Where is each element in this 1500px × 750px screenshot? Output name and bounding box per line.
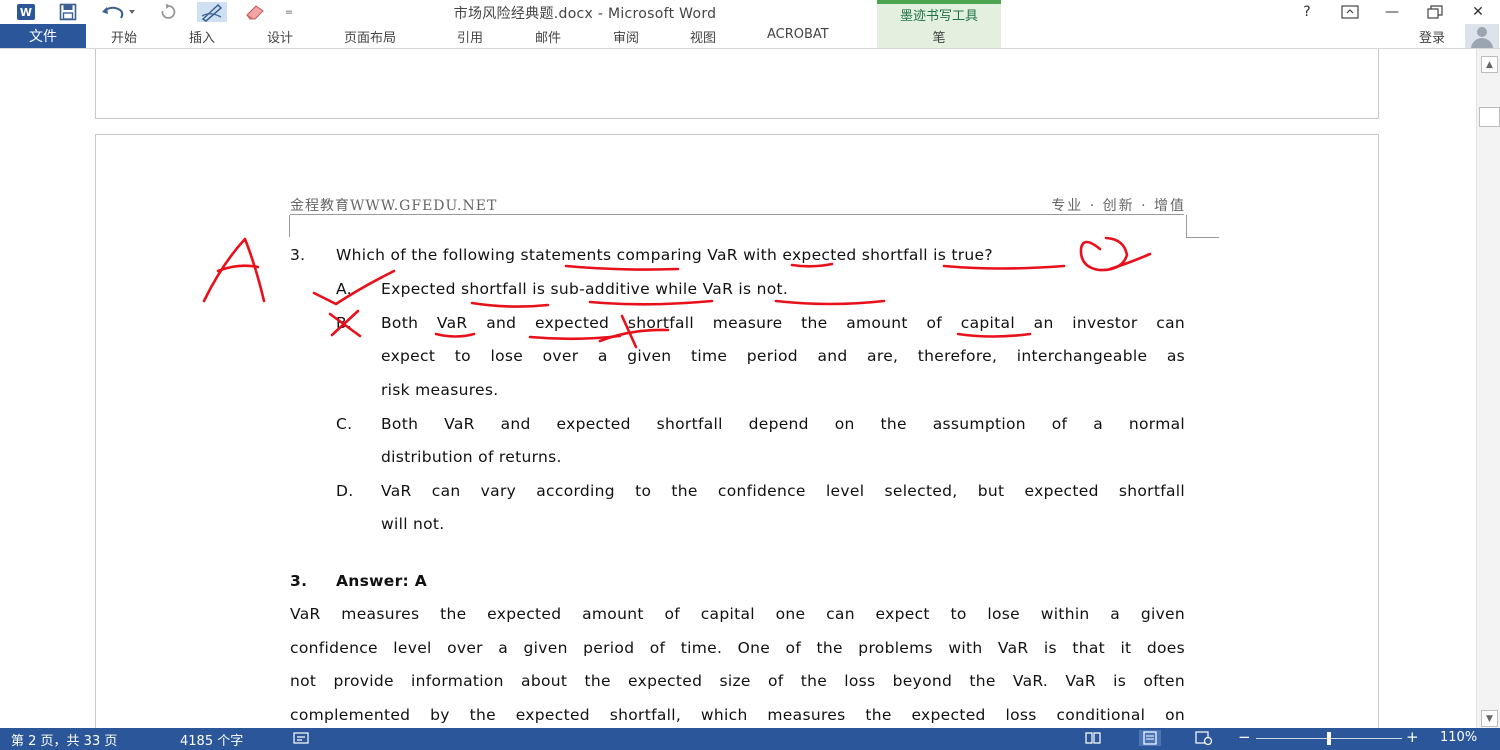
ribbon-display-options-icon[interactable]: [1336, 2, 1364, 22]
answer-line-1: VaR measures the expected amount of capi…: [290, 605, 1185, 623]
answer-line-3: not provide information about the expect…: [290, 672, 1185, 690]
page-header-right: 专业 · 创新 · 增值: [1051, 198, 1186, 214]
option-d-letter: D.: [336, 482, 354, 500]
scroll-up-icon[interactable]: ▲: [1481, 56, 1498, 73]
page-count[interactable]: 第 2 页，共 33 页: [11, 730, 117, 749]
restore-icon[interactable]: [1421, 2, 1449, 22]
document-canvas[interactable]: 金程教育WWW.GFEDU.NET 专业 · 创新 · 增值 3. Which …: [0, 49, 1476, 728]
sign-in-link[interactable]: 登录: [1419, 27, 1445, 46]
context-stripe: [877, 0, 1001, 4]
tab-pens[interactable]: 笔: [877, 24, 1001, 48]
previous-page: [95, 49, 1379, 119]
minimize-button[interactable]: —: [1378, 2, 1406, 22]
word-count[interactable]: 4185 个字: [180, 730, 243, 749]
option-b-line-1: Both VaR and expected shortfall measure …: [381, 314, 1185, 332]
question-text: Which of the following statements compar…: [336, 246, 993, 264]
option-d-line-1: VaR can vary according to the confidence…: [381, 482, 1185, 500]
zoom-level[interactable]: 110%: [1440, 730, 1477, 745]
avatar-body: [1471, 38, 1493, 48]
answer-number: 3.: [290, 572, 308, 590]
option-a-text: Expected shortfall is sub-additive while…: [381, 280, 789, 298]
avatar-head: [1477, 27, 1487, 37]
ink-tools-label: 墨迹书写工具: [899, 9, 978, 24]
vertical-scrollbar[interactable]: ▲ ▼: [1476, 49, 1500, 728]
tab-home[interactable]: 开始: [111, 27, 137, 46]
option-b-line-2: expect to lose over a given time period …: [381, 347, 1185, 365]
tab-view[interactable]: 视图: [690, 27, 716, 46]
read-mode-icon[interactable]: [1084, 730, 1102, 746]
close-button[interactable]: ✕: [1464, 2, 1492, 22]
tab-acrobat[interactable]: ACROBAT: [767, 27, 829, 42]
web-layout-icon[interactable]: [1195, 730, 1213, 746]
status-bar: 第 2 页，共 33 页 4185 个字 − + 110%: [0, 728, 1500, 750]
title-bar: W = 市场风险经典题.docx - Microsoft Word 墨迹书写工具…: [0, 0, 1500, 48]
tab-insert[interactable]: 插入: [189, 27, 215, 46]
tab-references[interactable]: 引用: [457, 27, 483, 46]
zoom-slider-thumb[interactable]: [1327, 732, 1331, 745]
zoom-in-button[interactable]: +: [1406, 728, 1419, 746]
scroll-thumb[interactable]: [1479, 107, 1500, 127]
margin-corner-right: [1186, 215, 1219, 238]
option-b-line-3: risk measures.: [381, 381, 499, 399]
question-number: 3.: [290, 246, 306, 264]
help-button[interactable]: ?: [1293, 2, 1321, 22]
option-d-line-2: will not.: [381, 515, 445, 533]
option-a-letter: A.: [336, 280, 352, 298]
scroll-down-icon[interactable]: ▼: [1481, 710, 1498, 727]
option-c-line-1: Both VaR and expected shortfall depend o…: [381, 415, 1185, 433]
answer-label: Answer: A: [336, 572, 428, 590]
margin-corner-left: [289, 215, 290, 237]
page-header-left: 金程教育WWW.GFEDU.NET: [290, 198, 498, 214]
zoom-out-button[interactable]: −: [1238, 728, 1251, 746]
option-b-letter: B.: [336, 314, 353, 332]
tab-page-layout[interactable]: 页面布局: [344, 27, 396, 46]
user-avatar[interactable]: [1465, 24, 1499, 48]
tab-design[interactable]: 设计: [267, 27, 293, 46]
tab-file[interactable]: 文件: [0, 24, 86, 48]
print-layout-icon[interactable]: [1139, 730, 1161, 746]
tab-review[interactable]: 审阅: [613, 27, 639, 46]
header-rule: [290, 214, 1184, 215]
current-page: 金程教育WWW.GFEDU.NET 专业 · 创新 · 增值 3. Which …: [95, 134, 1379, 728]
option-c-line-2: distribution of returns.: [381, 448, 562, 466]
tab-mailings[interactable]: 邮件: [535, 27, 561, 46]
answer-line-4: complemented by the expected shortfall, …: [290, 706, 1185, 724]
answer-line-2: confidence level over a given period of …: [290, 639, 1185, 657]
proofing-icon[interactable]: [292, 730, 310, 746]
ribbon-tabs: 文件 开始 插入 设计 页面布局 引用 邮件 审阅 视图 ACROBAT 笔 登…: [0, 24, 1500, 48]
option-c-letter: C.: [336, 415, 353, 433]
